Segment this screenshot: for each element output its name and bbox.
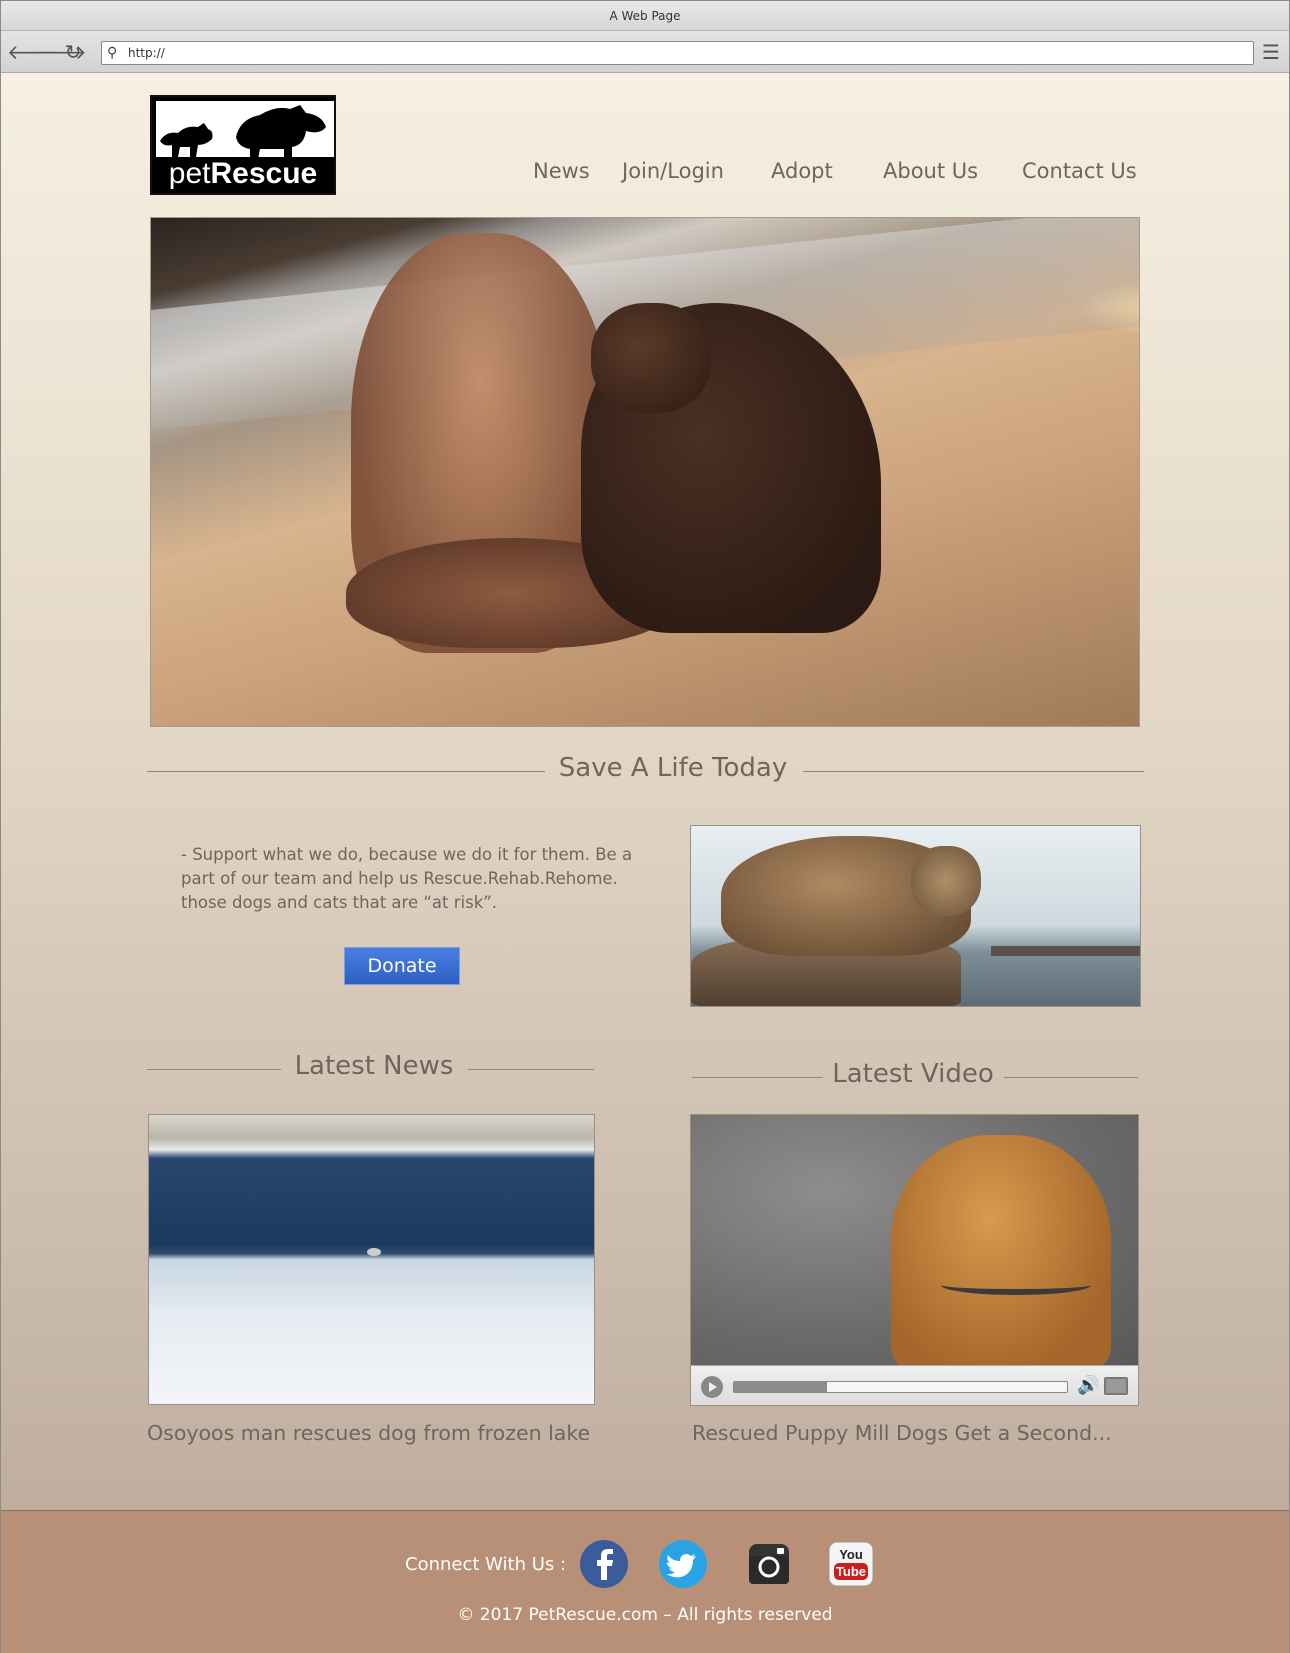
divider [692, 1077, 823, 1078]
instagram-icon[interactable] [745, 1540, 793, 1588]
twitter-icon[interactable] [659, 1540, 707, 1588]
play-icon[interactable] [701, 1376, 723, 1398]
address-bar[interactable]: ⚲ http:// [101, 41, 1254, 65]
page-content: petRescue News Join/Login Adopt About Us… [1, 73, 1289, 1510]
video-player[interactable]: 🔊 [690, 1114, 1139, 1406]
support-text: - Support what we do, because we do it f… [181, 845, 633, 912]
reload-icon: ↻ [64, 40, 82, 64]
search-icon: ⚲ [107, 45, 118, 61]
section-title-latest-news: Latest News [294, 1051, 454, 1081]
cat-photo [690, 825, 1141, 1007]
reload-button[interactable]: ↻ [61, 40, 85, 64]
copyright: © 2017 PetRescue.com – All rights reserv… [457, 1605, 833, 1625]
back-button[interactable]: 🡐 [7, 40, 61, 64]
divider [468, 1069, 594, 1070]
svg-text:You: You [839, 1547, 863, 1562]
footer: Connect With Us : You Tube © 2017 PetRes… [1, 1510, 1289, 1653]
facebook-icon[interactable] [580, 1540, 628, 1588]
nav-contact-us[interactable]: Contact Us [1022, 159, 1137, 183]
hero-image [150, 217, 1140, 727]
news-caption[interactable]: Osoyoos man rescues dog from frozen lake [147, 1421, 590, 1445]
window-title: A Web Page [1, 1, 1289, 31]
video-caption[interactable]: Rescued Puppy Mill Dogs Get a Second... [692, 1421, 1112, 1445]
nav-about-us[interactable]: About Us [883, 159, 978, 183]
video-controls: 🔊 [691, 1365, 1138, 1405]
logo-text: petRescue [152, 157, 334, 191]
nav-adopt[interactable]: Adopt [771, 159, 833, 183]
progress-bar[interactable] [733, 1381, 1068, 1393]
menu-button[interactable]: ☰ [1259, 40, 1283, 64]
browser-window: A Web Page 🡐 🡒 ↻ ⚲ http:// ☰ petRescue N… [0, 0, 1290, 1653]
forward-button[interactable]: 🡒 [33, 40, 87, 64]
browser-toolbar: 🡐 🡒 ↻ ⚲ http:// ☰ [1, 31, 1289, 73]
section-title-latest-video: Latest Video [832, 1059, 994, 1089]
divider [1004, 1077, 1138, 1078]
section-title-save-a-life: Save A Life Today [558, 753, 788, 783]
petrescue-logo[interactable]: petRescue [150, 95, 336, 195]
divider [147, 1069, 281, 1070]
nav-news[interactable]: News [533, 159, 590, 183]
volume-icon[interactable]: 🔊 [1077, 1375, 1099, 1396]
nav-join-login[interactable]: Join/Login [622, 159, 724, 183]
svg-text:Tube: Tube [836, 1564, 866, 1579]
news-photo[interactable] [148, 1114, 595, 1405]
fullscreen-icon[interactable] [1104, 1377, 1128, 1395]
divider [147, 771, 545, 772]
divider [803, 771, 1144, 772]
url-text: http:// [128, 46, 165, 60]
donate-button[interactable]: Donate [344, 947, 460, 985]
youtube-icon[interactable]: You Tube [827, 1540, 875, 1588]
hamburger-menu-icon: ☰ [1262, 40, 1280, 64]
connect-label: Connect With Us : [405, 1554, 567, 1575]
progress-fill [734, 1382, 828, 1392]
cat-and-dog-silhouette-icon [156, 101, 334, 161]
